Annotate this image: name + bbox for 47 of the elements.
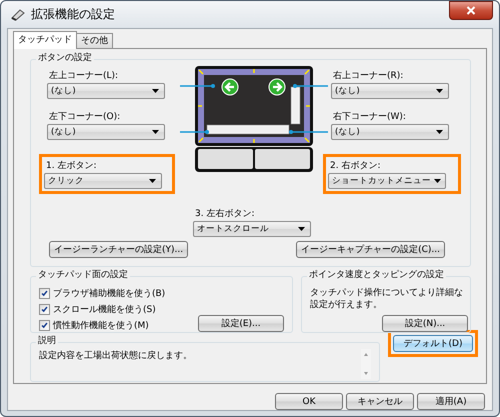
default-button[interactable]: デフォルト(D)	[393, 335, 473, 352]
dropdown-label: 右上コーナー(R):	[332, 70, 404, 83]
checkbox[interactable]	[39, 320, 50, 330]
dropdown[interactable]: (なし)	[47, 83, 165, 99]
checkbox[interactable]	[39, 288, 50, 298]
checkbox-label: スクロール機能を使う(S)	[53, 304, 156, 316]
caret-icon	[434, 179, 441, 183]
leader-line	[293, 84, 328, 88]
description-text: 設定内容を工場出荷状態に戻します。	[39, 350, 192, 363]
button[interactable]: 設定(N)...	[382, 315, 468, 332]
leader-line	[180, 84, 215, 88]
button[interactable]: イージーランチャーの設定(Y)...	[49, 241, 188, 258]
caret-icon	[149, 179, 156, 183]
leader-line	[289, 130, 328, 134]
checkbox[interactable]	[39, 304, 50, 314]
caret-icon	[152, 89, 159, 93]
caret-icon	[436, 89, 443, 93]
dropdown-label: 1. 左ボタン:	[45, 160, 98, 173]
button[interactable]: イージーキャプチャーの設定(C)...	[296, 241, 445, 258]
button[interactable]: 設定(E)...	[198, 315, 284, 332]
close-button[interactable]	[449, 1, 493, 20]
description-text: タッチパッド操作についてより詳細な設定が行えます。	[310, 287, 464, 311]
app-icon	[11, 8, 25, 20]
dropdown[interactable]: オートスクロール	[193, 221, 311, 237]
button[interactable]: キャンセル	[346, 393, 414, 410]
button[interactable]: OK	[275, 393, 343, 410]
dropdown-label: 3. 左右ボタン:	[194, 208, 256, 221]
caret-icon	[152, 130, 159, 134]
caret-icon	[436, 130, 443, 134]
dropdown[interactable]: (なし)	[47, 124, 165, 140]
tab[interactable]: タッチパッド	[13, 31, 77, 49]
leader-line	[180, 130, 209, 134]
dropdown[interactable]: クリック	[44, 173, 162, 189]
dropdown-label: 右下コーナー(W):	[332, 111, 407, 124]
window-title: 拡張機能の設定	[31, 6, 116, 23]
dropdown[interactable]: ショートカットメニュー	[328, 173, 446, 189]
checkbox-label: 慣性動作機能を使う(M)	[53, 320, 149, 332]
dropdown-label: 2. 右ボタン:	[329, 160, 382, 173]
dropdown-label: 左下コーナー(O):	[48, 111, 122, 124]
tab[interactable]: その他	[76, 33, 113, 48]
dropdown-label: 左上コーナー(L):	[48, 70, 120, 83]
dropdown[interactable]: (なし)	[331, 124, 449, 140]
dropdown[interactable]: (なし)	[331, 83, 449, 99]
caret-icon	[298, 227, 305, 231]
button[interactable]: 適用(A)	[417, 393, 485, 410]
close-icon	[466, 6, 476, 15]
checkbox-label: ブラウザ補助機能を使う(B)	[53, 288, 166, 300]
